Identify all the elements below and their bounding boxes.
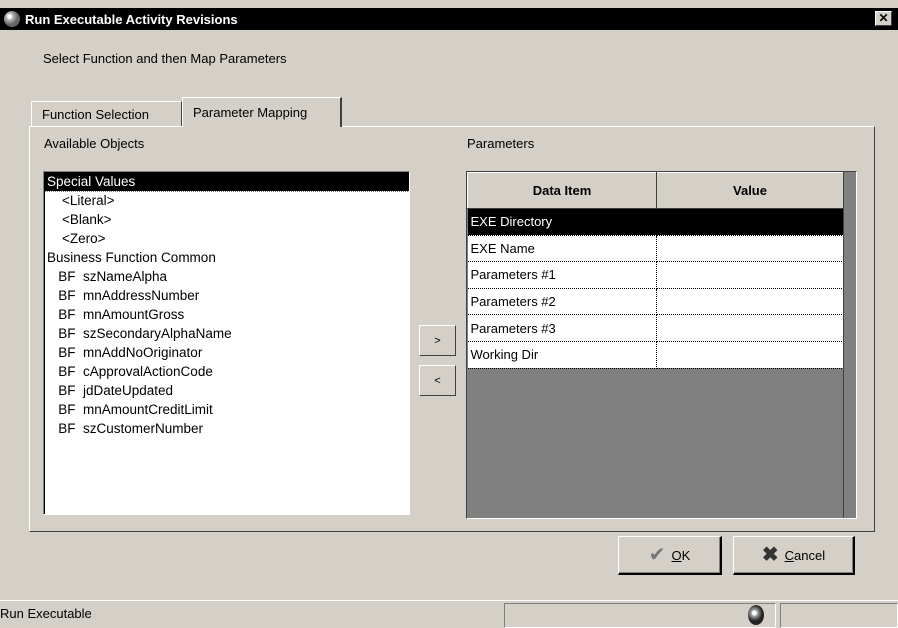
data-item-cell[interactable]: EXE Name: [467, 235, 657, 263]
table-row[interactable]: Parameters #1: [467, 261, 844, 289]
tab-function-selection[interactable]: Function Selection: [31, 101, 182, 127]
parameters-grid[interactable]: Data Item Value EXE Directory EXE Name Par…: [466, 171, 857, 519]
app-globe-icon: [4, 11, 20, 27]
list-item[interactable]: BF mnAmountCreditLimit: [44, 400, 409, 419]
x-icon: ✖: [761, 544, 779, 566]
window-title: Run Executable Activity Revisions: [25, 11, 238, 27]
list-item[interactable]: BF szNameAlpha: [44, 267, 409, 286]
grid-scrollbar[interactable]: [843, 172, 856, 518]
data-item-cell[interactable]: Parameters #3: [467, 314, 657, 342]
check-icon: ✔: [648, 544, 666, 566]
remove-mapping-button[interactable]: <: [419, 365, 456, 396]
table-row[interactable]: Parameters #2: [467, 288, 844, 316]
column-header-data-item[interactable]: Data Item: [467, 172, 657, 209]
cancel-button[interactable]: ✖ Cancel: [733, 536, 855, 575]
ok-button[interactable]: ✔ OK: [618, 536, 722, 575]
data-item-cell[interactable]: Working Dir: [467, 341, 657, 369]
table-row[interactable]: Parameters #3: [467, 314, 844, 342]
list-item[interactable]: BF mnAddressNumber: [44, 286, 409, 305]
title-bar: Run Executable Activity Revisions ✕: [0, 8, 898, 30]
list-item[interactable]: BF szSecondaryAlphaName: [44, 324, 409, 343]
ok-label: OK: [671, 547, 691, 563]
value-cell[interactable]: [656, 341, 844, 369]
close-button[interactable]: ✕: [875, 11, 892, 26]
value-cell[interactable]: [656, 288, 844, 316]
status-globe-icon: [748, 605, 764, 625]
data-item-cell[interactable]: Parameters #2: [467, 288, 657, 316]
data-item-cell[interactable]: EXE Directory: [467, 208, 657, 236]
instruction-text: Select Function and then Map Parameters: [43, 51, 287, 66]
table-row[interactable]: Working Dir: [467, 341, 844, 369]
list-item[interactable]: Business Function Common: [44, 248, 409, 267]
value-cell[interactable]: [656, 208, 844, 236]
table-row[interactable]: EXE Directory: [467, 208, 844, 236]
status-pane-middle: [504, 603, 776, 628]
status-text: Run Executable: [0, 606, 92, 621]
list-item[interactable]: BF mnAddNoOriginator: [44, 343, 409, 362]
list-item[interactable]: Special Values: [44, 172, 409, 192]
add-mapping-button[interactable]: >: [419, 325, 456, 356]
status-bar: Run Executable: [0, 600, 898, 628]
available-objects-list[interactable]: Special Values <Literal> <Blank> <Zero> B…: [43, 171, 410, 515]
list-item[interactable]: BF mnAmountGross: [44, 305, 409, 324]
status-pane-right: [780, 603, 898, 628]
value-cell[interactable]: [656, 314, 844, 342]
list-item[interactable]: BF jdDateUpdated: [44, 381, 409, 400]
list-item[interactable]: BF szCustomerNumber: [44, 419, 409, 438]
list-item[interactable]: <Zero>: [44, 229, 409, 248]
column-header-value[interactable]: Value: [656, 172, 844, 209]
parameters-label: Parameters: [467, 136, 535, 151]
list-item[interactable]: BF cApprovalActionCode: [44, 362, 409, 381]
data-item-cell[interactable]: Parameters #1: [467, 261, 657, 289]
available-objects-label: Available Objects: [44, 136, 145, 151]
value-cell[interactable]: [656, 235, 844, 263]
cancel-label: Cancel: [784, 547, 826, 563]
list-item[interactable]: <Literal>: [44, 191, 409, 210]
tab-parameter-mapping[interactable]: Parameter Mapping: [182, 97, 342, 127]
value-cell[interactable]: [656, 261, 844, 289]
parameters-table: Data Item Value EXE Directory EXE Name Par…: [467, 172, 844, 369]
table-row[interactable]: EXE Name: [467, 235, 844, 263]
list-item[interactable]: <Blank>: [44, 210, 409, 229]
